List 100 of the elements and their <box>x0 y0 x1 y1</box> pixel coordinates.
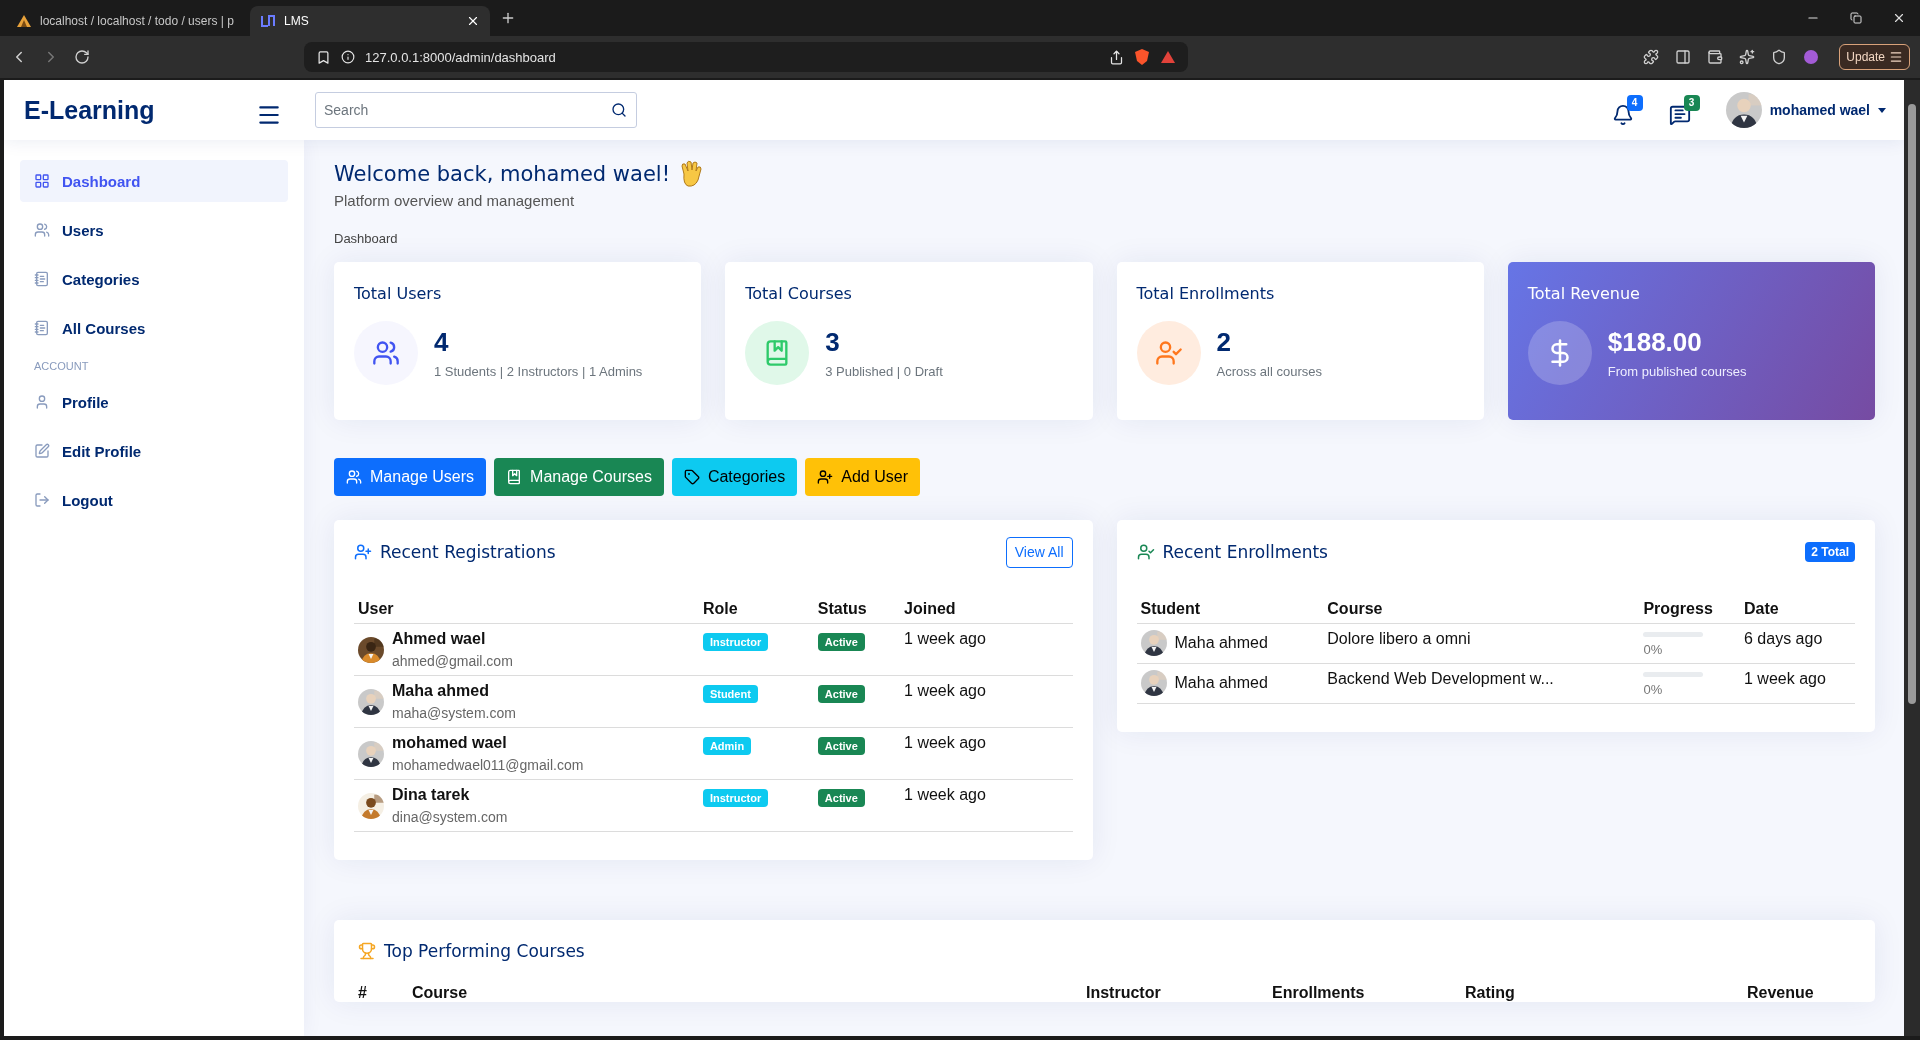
close-icon[interactable] <box>466 14 480 28</box>
profile-icon[interactable] <box>1803 49 1820 65</box>
share-icon[interactable] <box>1109 49 1124 65</box>
new-tab-icon[interactable] <box>500 10 516 26</box>
action-button[interactable]: Manage Users <box>334 458 487 496</box>
messages-button[interactable]: 3 <box>1668 94 1700 126</box>
stat-detail: 3 Published | 0 Draft <box>825 364 943 379</box>
card-title: Total Revenue <box>1527 284 1641 303</box>
notification-button[interactable]: 4 <box>1611 94 1643 126</box>
table-cell: Dolore libero a omni <box>1323 623 1640 664</box>
shield-icon[interactable] <box>1771 49 1788 65</box>
role-badge: Admin <box>702 737 752 755</box>
column-header: Course <box>412 984 469 1002</box>
user-plus-icon <box>817 469 834 485</box>
user-menu[interactable]: mohamed wael <box>1725 92 1886 128</box>
browser-tab[interactable]: LMS <box>250 6 490 36</box>
logo: E-Learning <box>23 95 156 125</box>
sidebar-item[interactable]: Categories <box>20 258 288 300</box>
sidebar-item[interactable]: Logout <box>20 479 288 521</box>
card-title: Total Users <box>354 284 443 303</box>
role-badge: Instructor <box>702 633 769 651</box>
stat-detail: Across all courses <box>1216 364 1322 379</box>
action-button[interactable]: Manage Courses <box>494 458 664 496</box>
sail-icon <box>16 14 32 28</box>
sidebar-item[interactable]: Dashboard <box>20 160 288 202</box>
stat-value: $188.00 <box>1607 327 1703 358</box>
student-name: Maha ahmed <box>1174 674 1268 692</box>
reload-icon[interactable] <box>74 49 90 65</box>
column-header: Joined <box>900 600 1073 624</box>
table-cell: 1 week ago <box>1740 663 1855 704</box>
table-cell: 1 week ago <box>900 675 1073 728</box>
logo-icon <box>260 14 276 28</box>
table-cell: 1 week ago <box>900 779 1073 832</box>
card-title: Total Enrollments <box>1136 284 1276 303</box>
progress-value: 0% <box>1643 642 1664 657</box>
page-title: Welcome back, mohamed wael! <box>334 162 671 186</box>
browser-tab[interactable]: localhost / localhost / todo / users | p <box>6 6 246 36</box>
section-heading: ACCOUNT <box>33 359 90 374</box>
table-cell: 6 days ago <box>1740 623 1855 664</box>
shield-icon[interactable] <box>1134 48 1150 66</box>
bookmark-icon[interactable] <box>316 49 331 65</box>
progress-value: 0% <box>1643 682 1664 697</box>
panel-title: Recent Enrollments <box>1162 542 1328 562</box>
trophy-icon <box>358 942 376 960</box>
stat-value: 4 <box>434 327 450 358</box>
sidebar-item[interactable]: Edit Profile <box>20 430 288 472</box>
column-header: Role <box>698 600 814 624</box>
wallet-icon[interactable] <box>1707 49 1724 65</box>
sidebar-icon[interactable] <box>1675 49 1692 65</box>
sidebar-item[interactable]: Users <box>20 209 288 251</box>
panel-title: Top Performing Courses <box>384 941 585 961</box>
notebook-icon <box>506 469 523 485</box>
sidebar-item[interactable]: Profile <box>20 381 288 423</box>
user-plus-icon <box>354 543 372 561</box>
count-badge: 2 Total <box>1805 542 1855 562</box>
card-title: Total Courses <box>745 284 853 303</box>
caret-icon <box>1878 107 1886 113</box>
status-badge: Active <box>817 789 865 807</box>
status-badge: Active <box>817 685 865 703</box>
user-email: dina@system.com <box>392 809 508 825</box>
menu-icon <box>1889 50 1903 64</box>
user-name: Maha ahmed <box>392 682 490 700</box>
column-header: Student <box>1136 600 1324 624</box>
address-bar[interactable]: 127.0.0.1:8000/admin/dashboard <box>304 42 1188 72</box>
breadcrumb[interactable]: Dashboard <box>334 231 1875 246</box>
stat-detail: From published courses <box>1607 364 1747 379</box>
action-button[interactable]: Add User <box>805 458 920 496</box>
restore-icon[interactable] <box>1850 12 1862 24</box>
search-icon[interactable] <box>611 102 627 118</box>
user-check-icon <box>1136 543 1155 561</box>
search-field[interactable]: Search <box>315 92 637 128</box>
column-header: Instructor <box>1086 984 1162 1002</box>
triangle-icon[interactable] <box>1160 50 1176 64</box>
user-name: Dina tarek <box>392 786 471 804</box>
user-email: mohamedwael011@gmail.com <box>392 757 584 773</box>
sidebar-item[interactable]: All Courses <box>20 307 288 349</box>
column-header: Progress <box>1639 600 1740 624</box>
user-email: ahmed@gmail.com <box>392 653 513 669</box>
update-button[interactable]: Update <box>1839 44 1910 70</box>
notebook-icon <box>34 320 50 336</box>
action-button[interactable]: Categories <box>671 458 798 496</box>
logout-icon <box>34 492 50 508</box>
scrollbar-thumb[interactable] <box>1908 104 1916 704</box>
stat-detail: 1 Students | 2 Instructors | 1 Admins <box>434 364 643 379</box>
column-header: User <box>354 600 699 624</box>
status-badge: Active <box>817 737 865 755</box>
sparkle-icon[interactable] <box>1739 49 1756 65</box>
close-icon[interactable] <box>1892 11 1906 25</box>
notification-count: 4 <box>1626 94 1643 111</box>
users-icon <box>34 222 50 238</box>
column-header: Enrollments <box>1272 984 1366 1002</box>
user-name: mohamed wael <box>392 734 508 752</box>
extensions-icon[interactable] <box>1643 49 1660 65</box>
student-name: Maha ahmed <box>1174 634 1268 652</box>
column-header: Rating <box>1465 984 1516 1002</box>
role-badge: Student <box>702 685 758 703</box>
users-icon <box>346 469 362 485</box>
page-subtitle: Platform overview and management <box>334 192 576 209</box>
view-all-button[interactable]: View All <box>1005 536 1073 568</box>
edit-icon <box>34 443 50 459</box>
